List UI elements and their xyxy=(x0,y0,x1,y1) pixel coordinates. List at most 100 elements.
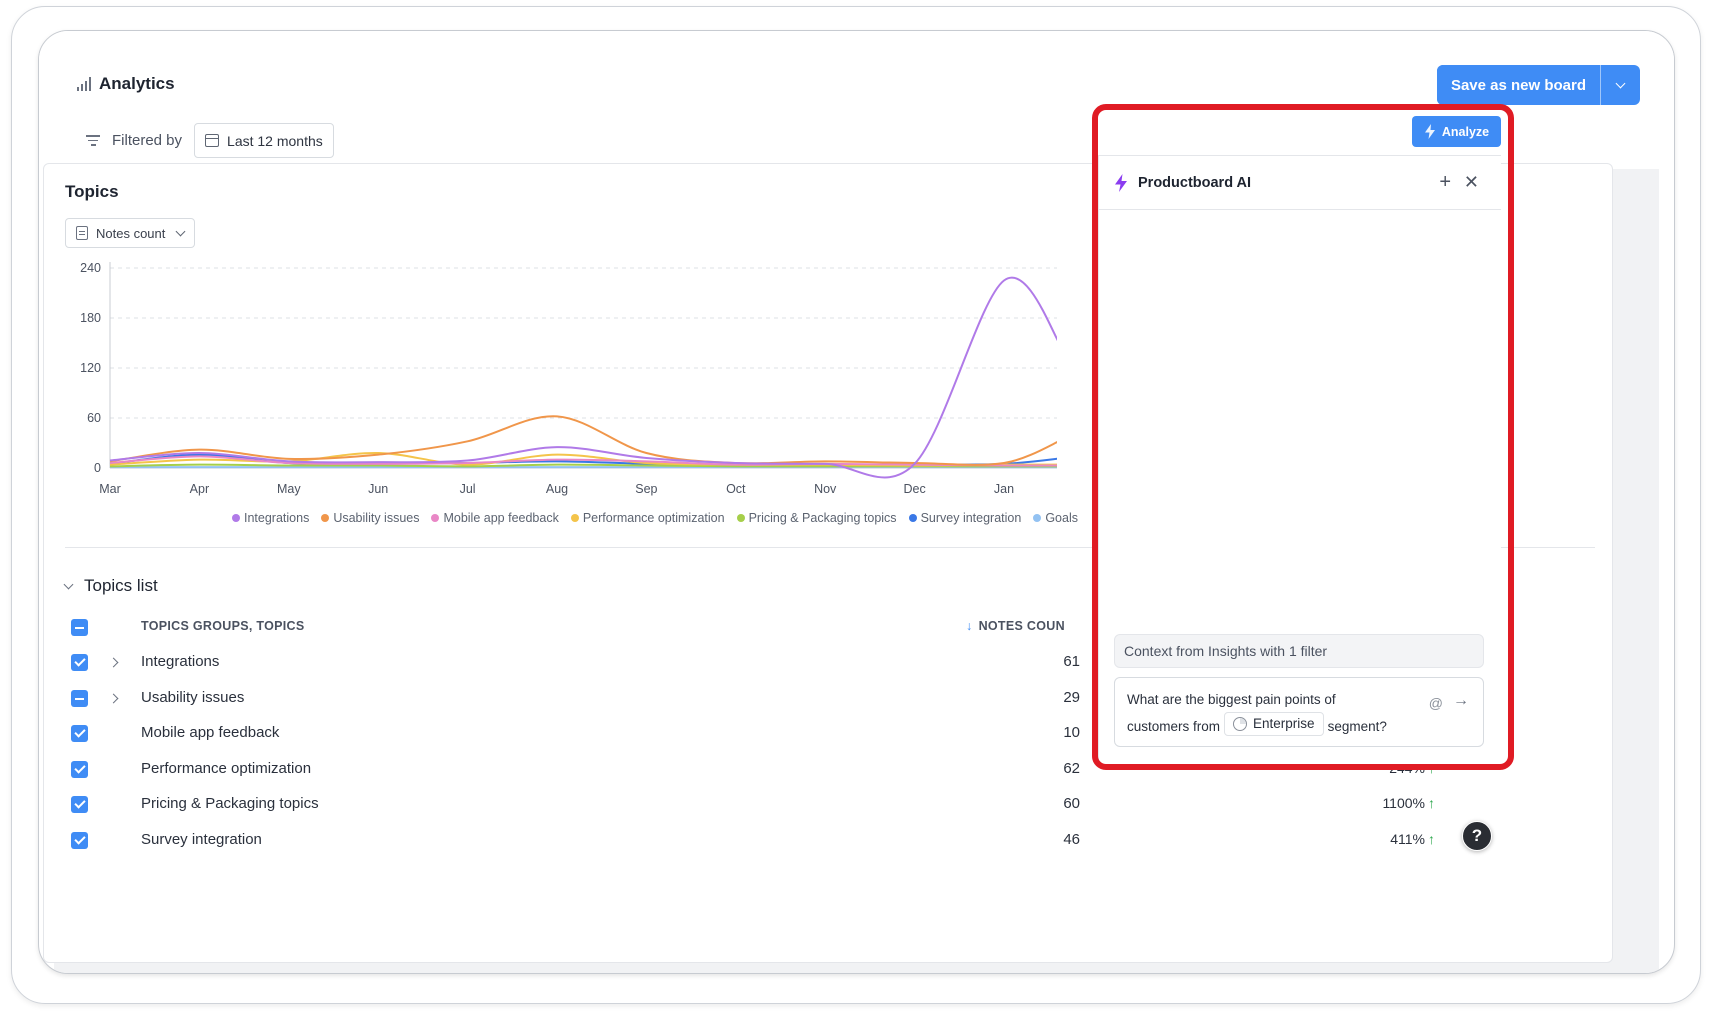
legend-dot-icon xyxy=(736,514,745,522)
date-range-label: Last 12 months xyxy=(227,132,323,149)
y-tick-label: 240 xyxy=(80,261,101,275)
row-checkbox[interactable] xyxy=(71,832,88,849)
legend-item[interactable]: Integrations xyxy=(232,511,309,525)
legend-item[interactable]: Survey integration xyxy=(908,511,1022,525)
save-as-new-board-button[interactable]: Save as new board xyxy=(1436,65,1600,105)
row-checkbox[interactable] xyxy=(71,796,88,813)
page-title-text: Analytics xyxy=(99,74,175,93)
segment-chip[interactable]: Enterprise xyxy=(1224,712,1324,736)
series-line xyxy=(109,276,1057,479)
productboard-ai-panel: Productboard AI + ✕ Context from Insight… xyxy=(1098,155,1501,765)
legend-item[interactable]: Pricing & Packaging topics xyxy=(736,511,897,525)
legend-dot-icon xyxy=(232,514,240,522)
ai-panel-title: Productboard AI xyxy=(1138,174,1252,191)
column-header-notes-count[interactable]: ↓ NOTES COUN xyxy=(966,619,1080,633)
notes-count: 29 xyxy=(1063,689,1080,706)
legend-dot-icon xyxy=(321,514,330,522)
topic-name[interactable]: Usability issues xyxy=(141,689,244,706)
legend-dot-icon xyxy=(570,514,579,522)
save-board-group: Save as new board xyxy=(1436,65,1640,105)
page-title: Analytics xyxy=(77,74,175,94)
trend-change: 411% ↑ xyxy=(1345,831,1435,847)
legend-label: Pricing & Packaging topics xyxy=(748,511,897,525)
topics-list-toggle[interactable]: Topics list xyxy=(63,576,158,596)
y-tick-label: 0 xyxy=(94,461,101,475)
ai-context-chip[interactable]: Context from Insights with 1 filter xyxy=(1114,634,1484,668)
legend-dot-icon xyxy=(908,514,917,522)
topic-name[interactable]: Integrations xyxy=(141,653,219,670)
x-tick-label: May xyxy=(277,482,301,496)
chevron-right-icon[interactable] xyxy=(108,693,119,704)
x-tick-label: Oct xyxy=(726,482,746,496)
legend-item[interactable]: Goals xyxy=(1033,511,1078,525)
segment-name: Enterprise xyxy=(1253,716,1315,731)
notes-count: 60 xyxy=(1063,795,1080,812)
y-tick-label: 60 xyxy=(87,411,101,425)
x-tick-label: Mar xyxy=(99,482,121,496)
x-tick-label: Jan xyxy=(994,482,1014,496)
legend-label: Usability issues xyxy=(333,511,420,525)
x-tick-label: Aug xyxy=(546,482,568,496)
mention-icon[interactable]: @ xyxy=(1429,691,1443,715)
save-options-dropdown-button[interactable] xyxy=(1600,65,1640,105)
column-header-notes-count-label: NOTES COUN xyxy=(978,619,1065,633)
column-header-topics[interactable]: TOPICS GROUPS, TOPICS xyxy=(141,619,305,633)
analyze-button[interactable]: Analyze xyxy=(1412,116,1501,147)
topic-name[interactable]: Mobile app feedback xyxy=(141,724,279,741)
legend-label: Performance optimization xyxy=(582,511,725,525)
x-tick-label: Jul xyxy=(460,482,476,496)
sort-desc-icon: ↓ xyxy=(966,619,973,633)
new-chat-plus-icon[interactable]: + xyxy=(1439,172,1451,192)
legend-item[interactable]: Usability issues xyxy=(321,511,419,525)
chart-legend: Integrations Usability issues Mobile app f… xyxy=(232,511,1078,525)
x-tick-label: Jun xyxy=(368,482,388,496)
filter-icon xyxy=(86,135,100,146)
legend-label: Goals xyxy=(1045,511,1078,525)
calendar-icon xyxy=(205,134,220,147)
row-checkbox[interactable] xyxy=(71,761,88,778)
ai-lightning-icon xyxy=(1115,173,1127,192)
topic-name[interactable]: Survey integration xyxy=(141,831,262,848)
x-tick-label: Sep xyxy=(635,482,657,496)
topic-name[interactable]: Pricing & Packaging topics xyxy=(141,795,319,812)
x-tick-label: Apr xyxy=(190,482,209,496)
app-header: Analytics Save as new board Filtered by … xyxy=(39,31,1674,169)
filter-row: Filtered by Last 12 months xyxy=(86,123,334,158)
notes-count: 46 xyxy=(1063,831,1080,848)
y-tick-label: 120 xyxy=(80,361,101,375)
row-checkbox[interactable] xyxy=(71,725,88,742)
row-checkbox[interactable] xyxy=(71,690,88,707)
send-arrow-icon[interactable]: → xyxy=(1453,689,1469,713)
trend-up-icon: ↑ xyxy=(1428,795,1435,811)
row-checkbox[interactable] xyxy=(71,654,88,671)
trend-value: 411% xyxy=(1390,831,1425,847)
legend-item[interactable]: Performance optimization xyxy=(570,511,725,525)
trend-value: 1100% xyxy=(1382,795,1425,811)
topics-list-label: Topics list xyxy=(84,576,158,595)
filtered-by-label: Filtered by xyxy=(112,132,183,149)
analyze-label: Analyze xyxy=(1441,124,1490,139)
close-icon[interactable]: ✕ xyxy=(1464,172,1479,192)
ai-prompt-prefix: customers from xyxy=(1127,719,1221,734)
analytics-icon xyxy=(77,77,91,91)
help-button[interactable]: ? xyxy=(1462,821,1492,851)
ai-prompt-line-1: What are the biggest pain points of xyxy=(1127,692,1336,707)
notes-count: 10 xyxy=(1063,724,1080,741)
ai-prompt-suffix: segment? xyxy=(1327,719,1387,734)
topic-name[interactable]: Performance optimization xyxy=(141,760,311,777)
date-range-filter-button[interactable]: Last 12 months xyxy=(194,123,334,158)
trend-up-icon: ↑ xyxy=(1428,831,1435,847)
legend-item[interactable]: Mobile app feedback xyxy=(431,511,559,525)
x-tick-label: Nov xyxy=(814,482,837,496)
legend-label: Integrations xyxy=(244,511,310,525)
ai-prompt-line-2: customers from Enterprise segment? xyxy=(1127,712,1471,739)
trend-change: 1100% ↑ xyxy=(1345,795,1435,811)
y-tick-label: 180 xyxy=(80,311,101,325)
ai-prompt-input[interactable]: What are the biggest pain points of cust… xyxy=(1114,677,1484,747)
notes-count: 62 xyxy=(1063,760,1080,777)
legend-dot-icon xyxy=(1033,514,1042,522)
select-all-checkbox[interactable] xyxy=(71,619,88,636)
chevron-right-icon[interactable] xyxy=(108,657,119,668)
legend-label: Survey integration xyxy=(920,511,1022,525)
lightning-icon xyxy=(1424,124,1435,139)
